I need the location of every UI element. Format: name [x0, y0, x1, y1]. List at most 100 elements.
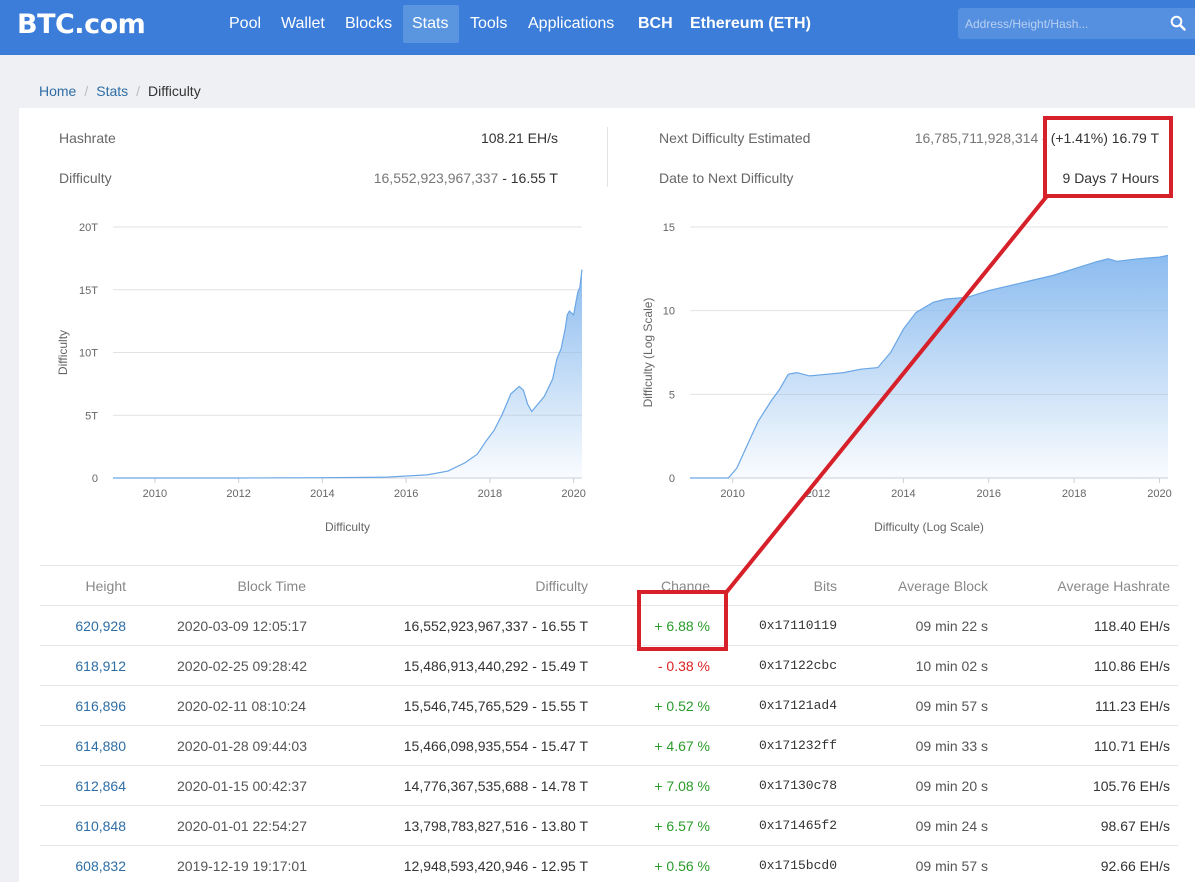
row-height-link[interactable]: 614,880	[40, 726, 126, 766]
x-tick-label: 2016	[977, 488, 1001, 500]
row-height-link[interactable]: 612,864	[40, 766, 126, 806]
row-change: + 6.57 %	[654, 818, 710, 834]
row-bits: 0x17130c78	[758, 778, 837, 793]
y-tick-label: 10	[663, 306, 675, 318]
row-change: + 0.56 %	[654, 858, 710, 874]
difficulty-value: 16,552,923,967,337 - 16.55 T	[373, 170, 558, 186]
header-bits[interactable]: Bits	[750, 566, 837, 606]
row-bits: 0x1715bcd0	[758, 858, 837, 873]
difficulty-chart: 0 5T 10T 15T 20T 2010 2012 2014 2016 2018 2020 Diff…	[56, 222, 586, 534]
row-height-link[interactable]: 610,848	[40, 806, 126, 846]
next-date-label: Date to Next Difficulty	[659, 170, 794, 186]
hashrate-value: 108.21 EH/s	[480, 130, 558, 146]
row-difficulty: 14,776,367,535,688 - 14.78 T	[403, 778, 588, 794]
row-bits: 0x17122cbc	[758, 658, 837, 673]
row-block-time: 2020-01-28 09:44:03	[177, 738, 307, 754]
row-block-time: 2020-01-15 00:42:37	[177, 778, 307, 794]
row-block-time: 2020-02-11 08:10:24	[177, 698, 306, 714]
header-height[interactable]: Height	[40, 566, 126, 606]
btc-logo[interactable]: BTC.com	[17, 9, 146, 40]
difficulty-area	[690, 255, 1168, 478]
row-average-block: 09 min 33 s	[915, 738, 988, 754]
search-input[interactable]	[958, 8, 1158, 39]
x-tick-label: 2012	[806, 488, 830, 500]
header-average-block[interactable]: Average Block	[860, 566, 988, 606]
difficulty-short: 16.55 T	[510, 170, 558, 186]
difficulty-area	[113, 269, 582, 478]
row-average-hashrate: 110.86 EH/s	[1093, 658, 1170, 674]
row-height-link[interactable]: 608,832	[40, 846, 126, 882]
row-height-link[interactable]: 616,896	[40, 686, 126, 726]
search-icon[interactable]	[1170, 15, 1186, 31]
breadcrumb-stats[interactable]: Stats	[96, 83, 128, 99]
nav-pool[interactable]: Pool	[220, 5, 270, 43]
nav-wallet[interactable]: Wallet	[272, 5, 334, 43]
nav-stats[interactable]: Stats	[403, 5, 459, 43]
difficulty-raw: 16,552,923,967,337	[373, 170, 499, 186]
nav-tools[interactable]: Tools	[461, 5, 516, 43]
row-average-block: 09 min 57 s	[915, 858, 988, 874]
row-average-hashrate: 118.40 EH/s	[1093, 618, 1170, 634]
row-average-hashrate: 98.67 EH/s	[1100, 818, 1170, 834]
next-difficulty-raw: 16,785,711,928,314	[914, 130, 1039, 146]
row-bits: 0x171465f2	[758, 818, 837, 833]
y-axis-title: Difficulty	[56, 330, 70, 375]
difficulty-table: Height Block Time Difficulty Change Bits…	[40, 565, 1178, 882]
y-tick-label: 10T	[79, 348, 98, 360]
row-average-block: 10 min 02 s	[915, 658, 988, 674]
row-difficulty: 13,798,783,827,516 - 13.80 T	[403, 818, 588, 834]
row-height-link[interactable]: 620,928	[40, 606, 126, 646]
x-tick-label: 2010	[720, 488, 744, 500]
header-average-hashrate[interactable]: Average Hashrate	[1010, 566, 1170, 606]
row-block-time: 2020-02-25 09:28:42	[177, 658, 307, 674]
y-tick-label: 5	[669, 389, 675, 401]
row-block-time: 2019-12-19 19:17:01	[177, 858, 307, 874]
row-difficulty: 16,552,923,967,337 - 16.55 T	[403, 618, 588, 634]
table-row: 608,832 2019-12-19 19:17:01 12,948,593,4…	[40, 845, 1178, 882]
breadcrumb: Home / Stats / Difficulty	[39, 83, 201, 99]
nav-ethereum[interactable]: Ethereum (ETH)	[681, 5, 820, 43]
table-row: 620,928 2020-03-09 12:05:17 16,552,923,9…	[40, 605, 1178, 645]
nav-blocks[interactable]: Blocks	[336, 5, 401, 43]
row-change: + 0.52 %	[654, 698, 710, 714]
row-average-block: 09 min 24 s	[915, 818, 988, 834]
x-tick-label: 2020	[561, 488, 585, 500]
difficulty-log-chart: 0 5 10 15 2010 2012 2014 2016 2018 2020 Difficulty…	[641, 222, 1172, 534]
row-change: + 7.08 %	[654, 778, 710, 794]
row-difficulty: 15,546,745,765,529 - 15.55 T	[403, 698, 588, 714]
row-bits: 0x17121ad4	[758, 698, 837, 713]
y-tick-label: 15	[663, 222, 675, 234]
header-block-time[interactable]: Block Time	[177, 566, 306, 606]
x-tick-label: 2014	[891, 488, 915, 500]
row-bits: 0x17110119	[758, 618, 837, 633]
row-height-link[interactable]: 618,912	[40, 646, 126, 686]
nav-bch[interactable]: BCH	[629, 5, 682, 43]
breadcrumb-home[interactable]: Home	[39, 83, 76, 99]
nav-applications[interactable]: Applications	[519, 5, 623, 43]
breadcrumb-separator: /	[136, 83, 141, 99]
x-tick-label: 2016	[394, 488, 418, 500]
header-change[interactable]: Change	[640, 566, 710, 606]
y-tick-label: 0	[92, 473, 98, 485]
row-difficulty: 15,466,098,935,554 - 15.47 T	[403, 738, 588, 754]
table-row: 618,912 2020-02-25 09:28:42 15,486,913,4…	[40, 645, 1178, 685]
row-bits: 0x171232ff	[758, 738, 837, 753]
row-change: + 4.67 %	[654, 738, 710, 754]
y-axis-title: Difficulty (Log Scale)	[641, 298, 655, 408]
row-average-hashrate: 111.23 EH/s	[1095, 698, 1170, 714]
row-change: + 6.88 %	[654, 618, 710, 634]
row-difficulty: 15,486,913,440,292 - 15.49 T	[403, 658, 588, 674]
x-tick-label: 2020	[1147, 488, 1171, 500]
x-tick-label: 2010	[143, 488, 167, 500]
table-row: 612,864 2020-01-15 00:42:37 14,776,367,5…	[40, 765, 1178, 805]
x-axis-title: Difficulty (Log Scale)	[874, 520, 984, 534]
search-box	[958, 8, 1195, 39]
next-difficulty-value: 16,785,711,928,314 - (+1.41%) 16.79 T	[914, 130, 1159, 146]
breadcrumb-separator: /	[84, 83, 89, 99]
header-difficulty[interactable]: Difficulty	[340, 566, 588, 606]
y-tick-label: 20T	[79, 222, 98, 234]
row-difficulty: 12,948,593,420,946 - 12.95 T	[403, 858, 588, 874]
next-date-value: 9 Days 7 Hours	[1062, 170, 1159, 186]
table-row: 616,896 2020-02-11 08:10:24 15,546,745,7…	[40, 685, 1178, 725]
x-tick-label: 2012	[226, 488, 250, 500]
